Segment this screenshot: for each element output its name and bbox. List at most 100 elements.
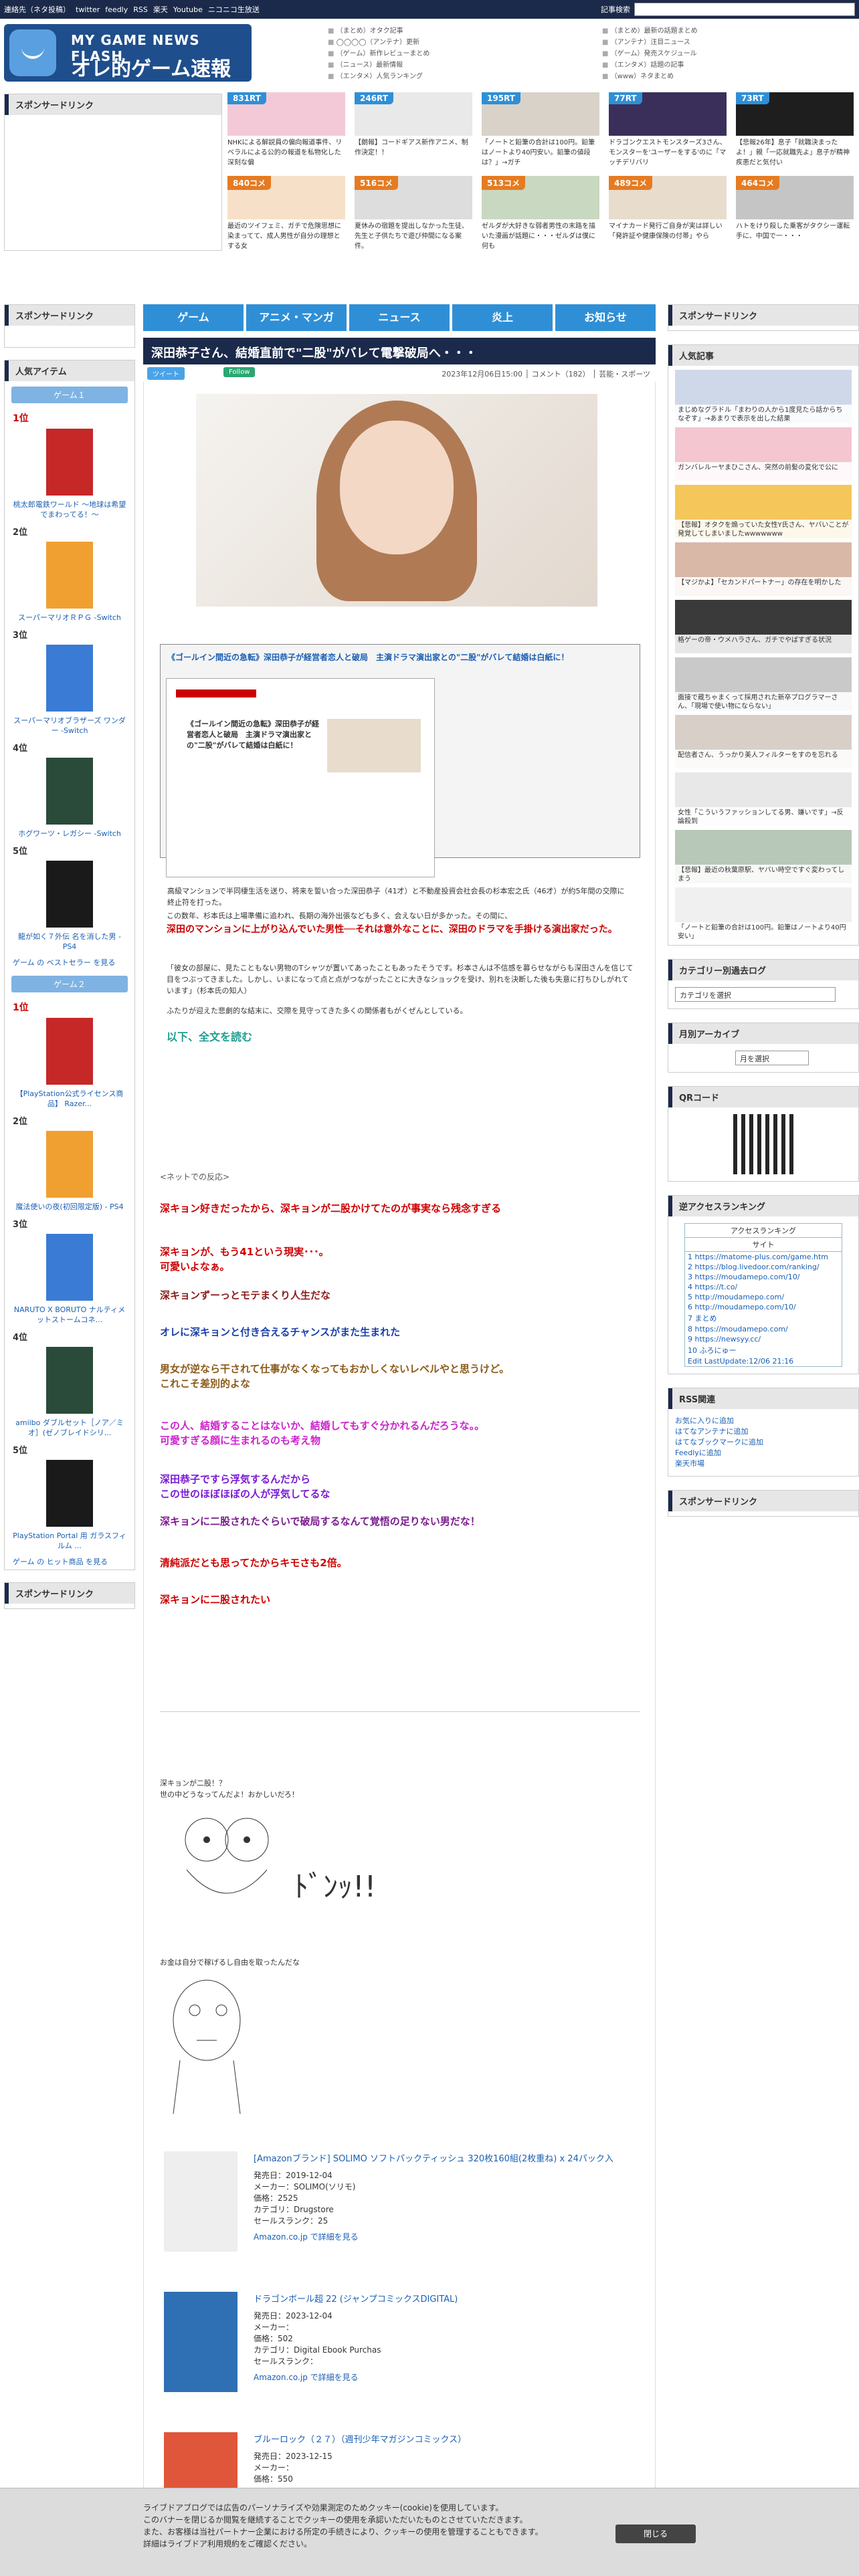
cookie-close-button[interactable]: 閉じる — [615, 2525, 696, 2543]
popular-article[interactable]: 面接で蔵ちゃまくって採用された新卒プログラマーさん、「現場で使い物にならない」 — [675, 657, 852, 711]
nav-tab[interactable]: お知らせ — [555, 304, 656, 331]
header-link[interactable]: （アンテナ）注目ニュース — [602, 37, 698, 48]
access-ranking-site: サイト — [685, 1238, 842, 1252]
rss-link[interactable]: お気に入りに追加 — [675, 1416, 852, 1426]
thumb-badge: 246RT — [355, 92, 393, 104]
qr-section: QRコード — [668, 1086, 859, 1182]
rank-item[interactable]: 4位 amiibo ダブルセット［ノア／ミオ］(ゼノブレイドシリ... — [5, 1327, 134, 1440]
popular-article[interactable]: 【悲報】最近の秋葉原駅、ヤバい時空ですぐ変わってしまう — [675, 830, 852, 883]
rss-link[interactable]: はてなブックマークに追加 — [675, 1437, 852, 1448]
top-link[interactable]: Youtube — [173, 5, 203, 14]
ranking-thumb[interactable]: 516コメ 夏休みの宿題を提出しなかった生徒、先生と子供たちで遊び仲間になる案件。 — [355, 176, 472, 253]
access-ranking-row[interactable]: 6 http://moudamepo.com/10/ — [685, 1302, 842, 1312]
follow-button[interactable]: Follow — [223, 367, 256, 377]
tweet-button[interactable]: ツイート — [147, 367, 185, 380]
popular-article[interactable]: 女性「こういうファッションしてる男、嫌いです」→反論殺到 — [675, 772, 852, 826]
product-card-link[interactable]: Amazon.co.jp で詳細を見る — [254, 2231, 359, 2242]
header-link[interactable]: （www）ネタまとめ — [602, 71, 698, 82]
rank-item[interactable]: 3位 NARUTO X BORUTO ナルティメットストームコネ... — [5, 1214, 134, 1327]
rss-link[interactable]: Feedlyに追加 — [675, 1448, 852, 1459]
header-link[interactable]: （まとめ）オタク記事 — [328, 25, 430, 37]
header-link[interactable]: （ゲーム）新作レビューまとめ — [328, 48, 430, 60]
product-card-title[interactable]: ドラゴンボール超 22 (ジャンプコミックスDIGITAL) — [254, 2292, 458, 2304]
product-card-link[interactable]: Amazon.co.jp で詳細を見る — [254, 2371, 359, 2383]
mascot-icon — [9, 29, 56, 76]
top-link[interactable]: RSS — [133, 5, 148, 14]
category-select[interactable]: カテゴリを選択 — [675, 987, 836, 1002]
ranking-thumb[interactable]: 195RT 「ノートと鉛筆の合計は100円。鉛筆はノートより40円安い。鉛筆の値段… — [482, 92, 599, 169]
header-link[interactable]: （エンタメ）話題の記事 — [602, 60, 698, 71]
ranking-thumb[interactable]: 489コメ マイナカード発行ご自身が実は詳しい「発許証や健康保険の付帯」やら — [609, 176, 727, 253]
top-link[interactable]: twitter — [76, 5, 100, 14]
quote-headline[interactable]: 《ゴールイン間近の急転》深田恭子が経営者恋人と破局 主演ドラマ演出家との"二股"… — [167, 651, 633, 663]
top-link[interactable]: feedly — [105, 5, 128, 14]
product-card-title[interactable]: [Amazonブランド] SOLIMO ソフトパックティッシュ 320枚160組… — [254, 2151, 613, 2164]
rank-item[interactable]: 3位 スーパーマリオブラザーズ ワンダー -Switch — [5, 625, 134, 738]
nav-tab[interactable]: ニュース — [349, 304, 450, 331]
access-ranking-row[interactable]: 5 http://moudamepo.com/ — [685, 1292, 842, 1302]
thumb-caption: ハトをけり殺した乗客がタクシー運転手に、中国で一・・・ — [736, 223, 850, 240]
search-input[interactable] — [634, 3, 855, 16]
top-link[interactable]: ニコニコ生放送 — [208, 5, 260, 14]
ranking-thumb[interactable]: 513コメ ゼルダが大好きな弱者男性の末路を描いた漫画が話題に・・・ゼルダは僕に何… — [482, 176, 599, 253]
access-ranking-row[interactable]: 10 ふろにゅー — [685, 1344, 842, 1356]
rank-item[interactable]: 1位 【PlayStation公式ライセンス商品】 Razer... — [5, 998, 134, 1111]
top-link[interactable]: 楽天 — [153, 5, 168, 14]
access-ranking-row[interactable]: 3 https://moudamepo.com/10/ — [685, 1272, 842, 1282]
rss-title: RSS関連 — [668, 1388, 858, 1409]
header-link[interactable]: （まとめ）最新の話題まとめ — [602, 25, 698, 37]
ranking-thumb[interactable]: 73RT 【悲報26年】息子「就職決まったよ！」親「一応就職先よ」息子が精神疾患だ… — [736, 92, 854, 169]
top-link[interactable]: 連絡先（ネタ投稿） — [4, 5, 70, 14]
nav-tab[interactable]: 炎上 — [452, 304, 553, 331]
hit-items-link[interactable]: ゲーム の ヒット商品 を見る — [5, 1553, 134, 1570]
nav-tab[interactable]: アニメ・マンガ — [246, 304, 347, 331]
ranking-thumb[interactable]: 831RT NHKによる解説員の偏向報道事件、リベラルによる公的の報道を私物化した… — [227, 92, 345, 169]
thumb-badge: 73RT — [736, 92, 769, 104]
site-logo[interactable]: MY GAME NEWS FLASH オレ的ゲーム速報@JIN — [4, 24, 252, 82]
popular-article-title: まじめなグラドル「まわりの人から1度見たら話からちなぞす」→あまりで表示を出した… — [675, 405, 852, 423]
rank-item[interactable]: 5位 PlayStation Portal 用 ガラスフィルム ... — [5, 1440, 134, 1553]
popular-article[interactable]: ガンバレルーヤまひこさん、突然の前髪の変化で公に — [675, 427, 852, 481]
header-link[interactable]: （エンタメ）人気ランキング — [328, 71, 430, 82]
cookie-text: ライブドアブログでは広告のパーソナライズや効果測定のためクッキー(cookie)… — [143, 2503, 543, 2549]
product-name: PlayStation Portal 用 ガラスフィルム ... — [13, 1531, 126, 1550]
product-image — [46, 1131, 93, 1198]
divider — [160, 1711, 640, 1712]
header-link[interactable]: （ゲーム）発売スケジュール — [602, 48, 698, 60]
popular-article-title: 【悲報】最近の秋葉原駅、ヤバい時空ですぐ変わってしまう — [675, 865, 852, 883]
popular-article[interactable]: 配信者さん、うっかり美人フィルターをすのを忘れる — [675, 715, 852, 768]
category-archive-title: カテゴリー別過去ログ — [668, 960, 858, 980]
rank-item[interactable]: 2位 スーパーマリオＲＰＧ -Switch — [5, 522, 134, 625]
ranking-thumb[interactable]: 840コメ 最近のツイフェミ、ガチで危険思想に染まってて、成人男性が自分の理想とす… — [227, 176, 345, 253]
month-select[interactable]: 月を選択 — [735, 1051, 809, 1065]
ranking-thumb[interactable]: 77RT ドラゴンクエストモンスターズ3さん、モンスターを'ユーザーをする'のに「… — [609, 92, 727, 169]
header-link[interactable]: ◯◯◯◯（アンテナ）更新 — [328, 37, 430, 48]
rss-link[interactable]: 楽天市場 — [675, 1459, 852, 1469]
access-ranking-row[interactable]: 1 https://matome-plus.com/game.htm — [685, 1252, 842, 1262]
access-ranking-row[interactable]: 7 まとめ — [685, 1312, 842, 1324]
popular-article[interactable]: 格ゲーの帝・ウメハラさん、ガチでやばすぎる状況 — [675, 600, 852, 653]
thumb-caption: マイナカード発行ご自身が実は詳しい「発許証や健康保険の付帯」やら — [609, 223, 723, 240]
rank-number: 1位 — [13, 413, 29, 424]
access-ranking-row[interactable]: 8 https://moudamepo.com/ — [685, 1324, 842, 1334]
rank-item[interactable]: 4位 ホグワーツ・レガシー -Switch — [5, 738, 134, 841]
access-ranking-row[interactable]: 4 https://t.co/ — [685, 1282, 842, 1292]
screenshot-photo — [327, 719, 421, 772]
popular-article[interactable]: 「ノートと鉛筆の合計は100円。鉛筆はノートより40円安い」 — [675, 887, 852, 941]
read-more-link[interactable]: 以下、全文を読む — [167, 1028, 252, 1044]
popular-article[interactable]: 【悲報】オタクを煽っていた女性Y氏さん、ヤバいことが発覚してしまいましたwwww… — [675, 485, 852, 538]
product-card-title[interactable]: ブルーロック（２７）（週刊少年マガジンコミックス） — [254, 2432, 466, 2445]
popular-article[interactable]: 【マジかよ】「セカンドパートナー」の存在を明かした — [675, 542, 852, 596]
rank-item[interactable]: 2位 魔法使いの夜(初回限定版) - PS4 — [5, 1111, 134, 1214]
popular-article[interactable]: まじめなグラドル「まわりの人から1度見たら話からちなぞす」→あまりで表示を出した… — [675, 370, 852, 423]
ranking-thumb[interactable]: 464コメ ハトをけり殺した乗客がタクシー運転手に、中国で一・・・ — [736, 176, 854, 253]
ranking-thumb[interactable]: 246RT 【朗報】コードギアス新作アニメ、制作決定！！ — [355, 92, 472, 169]
rank-item[interactable]: 5位 龍が如く７外伝 名を消した男 - PS4 — [5, 841, 134, 954]
access-ranking-row[interactable]: 2 https://blog.livedoor.com/ranking/ — [685, 1262, 842, 1272]
nav-tab[interactable]: ゲーム — [143, 304, 244, 331]
bestseller-link[interactable]: ゲーム の ベストセラー を見る — [5, 954, 134, 970]
rank-item[interactable]: 1位 桃太郎電鉄ワールド ～地球は希望でまわってる！～ — [5, 409, 134, 522]
header-link[interactable]: （ニュース）最新情報 — [328, 60, 430, 71]
rss-link[interactable]: はてなアンテナに追加 — [675, 1426, 852, 1437]
access-ranking-row[interactable]: 9 https://newsyy.cc/ — [685, 1334, 842, 1344]
